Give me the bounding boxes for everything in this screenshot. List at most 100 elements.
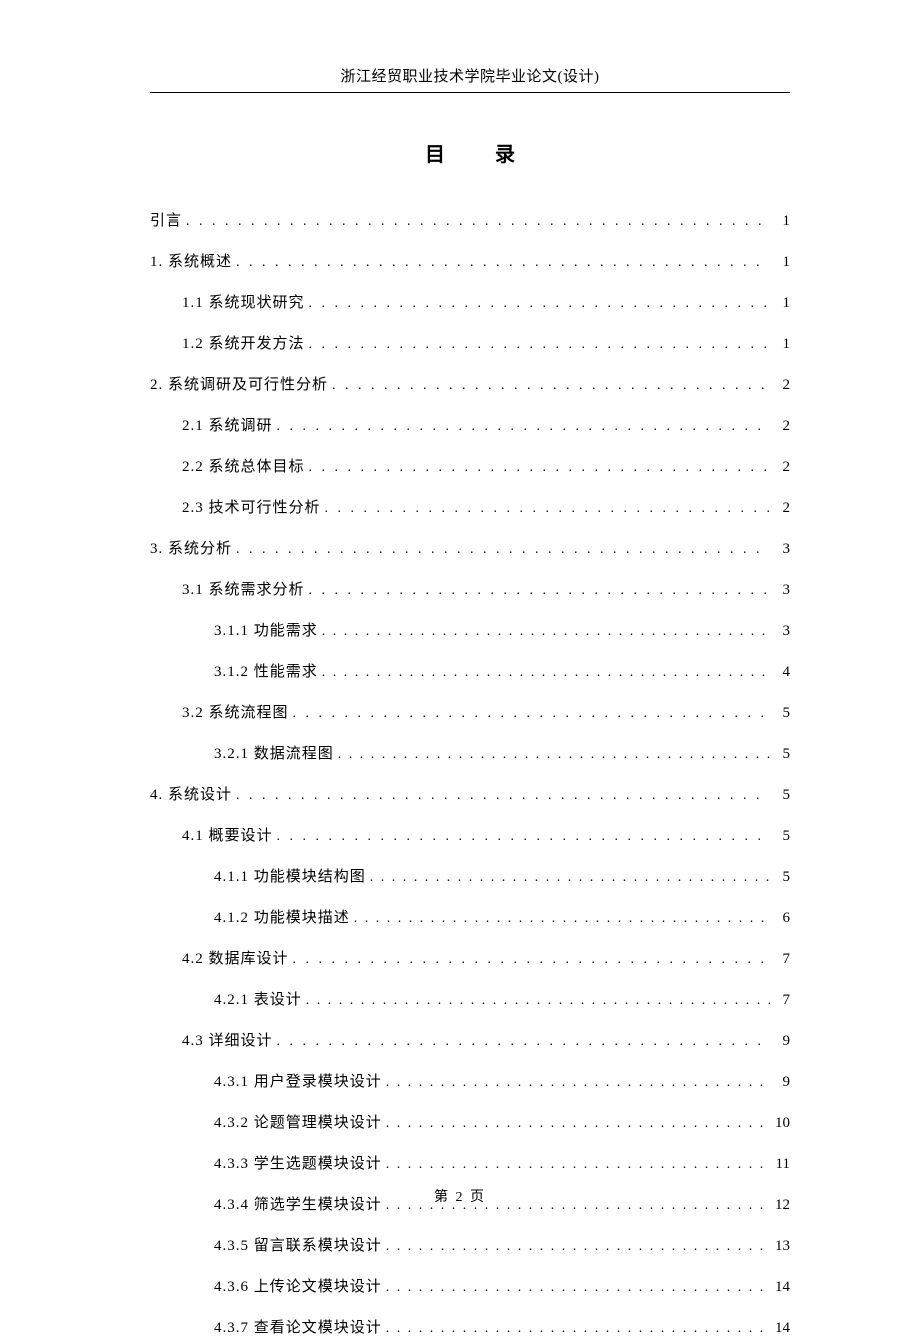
toc-entry-page: 1 (770, 295, 790, 312)
toc-entry-label: 4.3.1 用户登录模块设计 (214, 1070, 382, 1091)
toc-entry: 2. 系统调研及可行性分析. . . . . . . . . . . . . .… (150, 373, 790, 394)
toc-entry: 1. 系统概述. . . . . . . . . . . . . . . . .… (150, 250, 790, 271)
toc-entry-label: 4. 系统设计 (150, 783, 232, 804)
toc-entry: 2.1 系统调研. . . . . . . . . . . . . . . . … (182, 414, 790, 435)
toc-entry-label: 4.1.1 功能模块结构图 (214, 865, 366, 886)
toc-entry: 3. 系统分析. . . . . . . . . . . . . . . . .… (150, 537, 790, 558)
toc-entry-label: 3.2.1 数据流程图 (214, 742, 334, 763)
toc-leader-dots: . . . . . . . . . . . . . . . . . . . . … (382, 1075, 770, 1091)
toc-entry: 4.3.1 用户登录模块设计. . . . . . . . . . . . . … (214, 1070, 790, 1091)
toc-entry: 2.3 技术可行性分析. . . . . . . . . . . . . . .… (182, 496, 790, 517)
toc-leader-dots: . . . . . . . . . . . . . . . . . . . . … (350, 911, 770, 927)
toc-entry-page: 5 (770, 787, 790, 804)
toc-leader-dots: . . . . . . . . . . . . . . . . . . . . … (302, 993, 770, 1009)
toc-leader-dots: . . . . . . . . . . . . . . . . . . . . … (321, 501, 770, 517)
toc-entry: 4.3.7 查看论文模块设计. . . . . . . . . . . . . … (214, 1316, 790, 1337)
toc-leader-dots: . . . . . . . . . . . . . . . . . . . . … (182, 214, 770, 230)
toc-leader-dots: . . . . . . . . . . . . . . . . . . . . … (334, 747, 770, 763)
toc-entry-page: 13 (770, 1238, 790, 1255)
toc-entry: 3.2.1 数据流程图. . . . . . . . . . . . . . .… (214, 742, 790, 763)
toc-entry-label: 4.1 概要设计 (182, 824, 273, 845)
toc-entry-page: 2 (770, 418, 790, 435)
toc-entry-label: 4.1.2 功能模块描述 (214, 906, 350, 927)
toc-entry-label: 4.3 详细设计 (182, 1029, 273, 1050)
toc-entry: 4.1.2 功能模块描述. . . . . . . . . . . . . . … (214, 906, 790, 927)
toc-entry: 4.3.5 留言联系模块设计. . . . . . . . . . . . . … (214, 1234, 790, 1255)
toc-entry: 3.1.2 性能需求. . . . . . . . . . . . . . . … (214, 660, 790, 681)
toc-entry-page: 3 (770, 582, 790, 599)
toc-leader-dots: . . . . . . . . . . . . . . . . . . . . … (273, 1034, 770, 1050)
toc-entry-page: 9 (770, 1074, 790, 1091)
toc-entry-page: 11 (770, 1156, 790, 1173)
toc-leader-dots: . . . . . . . . . . . . . . . . . . . . … (232, 788, 770, 804)
toc-entry: 引言. . . . . . . . . . . . . . . . . . . … (150, 209, 790, 230)
toc-entry-page: 3 (770, 541, 790, 558)
toc-leader-dots: . . . . . . . . . . . . . . . . . . . . … (305, 296, 770, 312)
toc-entry: 4.2 数据库设计. . . . . . . . . . . . . . . .… (182, 947, 790, 968)
toc-entry-page: 2 (770, 377, 790, 394)
toc-container: 引言. . . . . . . . . . . . . . . . . . . … (150, 209, 790, 1337)
toc-leader-dots: . . . . . . . . . . . . . . . . . . . . … (305, 583, 770, 599)
toc-leader-dots: . . . . . . . . . . . . . . . . . . . . … (232, 255, 770, 271)
toc-leader-dots: . . . . . . . . . . . . . . . . . . . . … (382, 1321, 770, 1337)
toc-entry: 1.2 系统开发方法. . . . . . . . . . . . . . . … (182, 332, 790, 353)
toc-entry-label: 3. 系统分析 (150, 537, 232, 558)
toc-entry-page: 9 (770, 1033, 790, 1050)
toc-entry: 3.2 系统流程图. . . . . . . . . . . . . . . .… (182, 701, 790, 722)
toc-entry-label: 4.3.5 留言联系模块设计 (214, 1234, 382, 1255)
toc-leader-dots: . . . . . . . . . . . . . . . . . . . . … (382, 1280, 770, 1296)
toc-entry: 4.1.1 功能模块结构图. . . . . . . . . . . . . .… (214, 865, 790, 886)
toc-leader-dots: . . . . . . . . . . . . . . . . . . . . … (273, 829, 770, 845)
toc-entry: 3.1.1 功能需求. . . . . . . . . . . . . . . … (214, 619, 790, 640)
toc-entry-label: 3.2 系统流程图 (182, 701, 289, 722)
toc-leader-dots: . . . . . . . . . . . . . . . . . . . . … (273, 419, 770, 435)
toc-leader-dots: . . . . . . . . . . . . . . . . . . . . … (328, 378, 770, 394)
toc-entry-label: 1. 系统概述 (150, 250, 232, 271)
toc-entry-page: 1 (770, 213, 790, 230)
toc-leader-dots: . . . . . . . . . . . . . . . . . . . . … (289, 952, 770, 968)
toc-leader-dots: . . . . . . . . . . . . . . . . . . . . … (305, 460, 770, 476)
toc-leader-dots: . . . . . . . . . . . . . . . . . . . . … (382, 1116, 770, 1132)
toc-entry-label: 4.2 数据库设计 (182, 947, 289, 968)
toc-entry: 4.2.1 表设计. . . . . . . . . . . . . . . .… (214, 988, 790, 1009)
toc-entry-label: 2.3 技术可行性分析 (182, 496, 321, 517)
toc-entry-page: 5 (770, 828, 790, 845)
toc-entry-page: 2 (770, 459, 790, 476)
toc-entry-page: 5 (770, 705, 790, 722)
toc-entry-label: 1.1 系统现状研究 (182, 291, 305, 312)
toc-entry-page: 7 (770, 951, 790, 968)
toc-entry-label: 引言 (150, 209, 182, 230)
toc-leader-dots: . . . . . . . . . . . . . . . . . . . . … (318, 624, 770, 640)
toc-entry-label: 2. 系统调研及可行性分析 (150, 373, 328, 394)
page-header: 浙江经贸职业技术学院毕业论文(设计) (150, 65, 790, 93)
toc-entry-page: 6 (770, 910, 790, 927)
document-page: 浙江经贸职业技术学院毕业论文(设计) 目录 引言. . . . . . . . … (0, 0, 920, 1337)
toc-entry-page: 1 (770, 336, 790, 353)
toc-entry-page: 2 (770, 500, 790, 517)
toc-entry-page: 10 (770, 1115, 790, 1132)
toc-entry: 4. 系统设计. . . . . . . . . . . . . . . . .… (150, 783, 790, 804)
toc-entry-label: 4.3.7 查看论文模块设计 (214, 1316, 382, 1337)
toc-entry-page: 1 (770, 254, 790, 271)
toc-entry-label: 4.2.1 表设计 (214, 988, 302, 1009)
toc-entry-label: 4.3.2 论题管理模块设计 (214, 1111, 382, 1132)
page-footer: 第 2 页 (0, 1186, 920, 1206)
toc-entry: 4.3.3 学生选题模块设计. . . . . . . . . . . . . … (214, 1152, 790, 1173)
toc-entry-page: 4 (770, 664, 790, 681)
toc-title: 目录 (150, 138, 790, 167)
toc-entry: 4.3 详细设计. . . . . . . . . . . . . . . . … (182, 1029, 790, 1050)
toc-leader-dots: . . . . . . . . . . . . . . . . . . . . … (366, 870, 770, 886)
toc-entry-page: 14 (770, 1320, 790, 1337)
toc-entry-label: 2.2 系统总体目标 (182, 455, 305, 476)
toc-entry-label: 4.3.6 上传论文模块设计 (214, 1275, 382, 1296)
toc-entry-label: 3.1 系统需求分析 (182, 578, 305, 599)
toc-entry: 4.3.6 上传论文模块设计. . . . . . . . . . . . . … (214, 1275, 790, 1296)
toc-leader-dots: . . . . . . . . . . . . . . . . . . . . … (289, 706, 770, 722)
toc-entry-label: 3.1.2 性能需求 (214, 660, 318, 681)
toc-leader-dots: . . . . . . . . . . . . . . . . . . . . … (382, 1239, 770, 1255)
toc-entry-page: 7 (770, 992, 790, 1009)
toc-entry-label: 4.3.3 学生选题模块设计 (214, 1152, 382, 1173)
toc-entry: 2.2 系统总体目标. . . . . . . . . . . . . . . … (182, 455, 790, 476)
toc-entry-label: 1.2 系统开发方法 (182, 332, 305, 353)
toc-leader-dots: . . . . . . . . . . . . . . . . . . . . … (232, 542, 770, 558)
